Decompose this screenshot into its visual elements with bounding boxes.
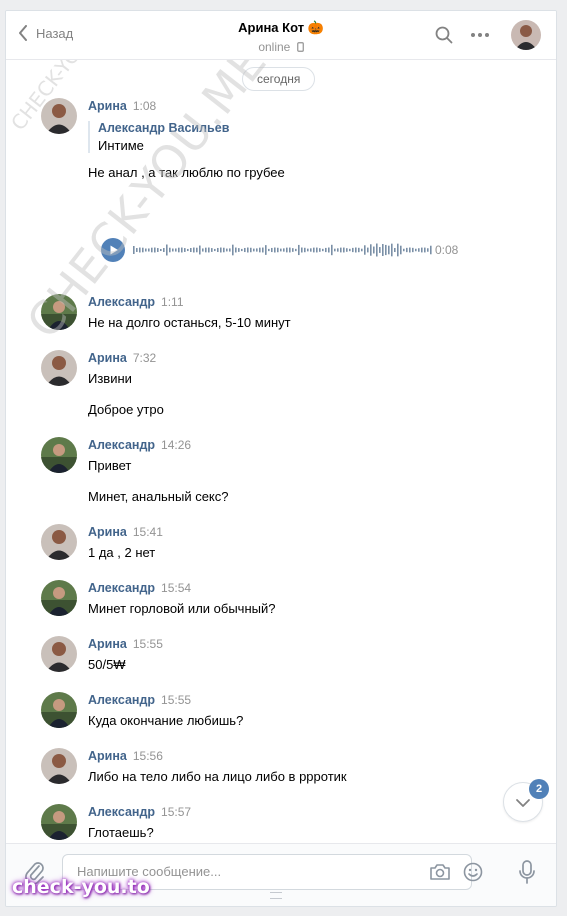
message-author[interactable]: Арина <box>88 637 127 651</box>
footer-watermark: check-you.to <box>12 876 150 898</box>
online-status: online <box>6 40 556 54</box>
message-author[interactable]: Арина <box>88 525 127 539</box>
message-text: Привет <box>88 458 132 473</box>
message-list: сегодня Арина 1:08 Александр Васильев Инт… <box>6 60 556 840</box>
message-time: 15:54 <box>161 581 192 595</box>
message-time: 1:08 <box>132 99 157 113</box>
avatar[interactable] <box>41 98 77 134</box>
message-author[interactable]: Александр <box>88 581 155 595</box>
reply-text: Интиме <box>98 138 144 153</box>
chat-header: Назад Арина Кот 🎃 online <box>6 11 556 60</box>
message-time: 14:26 <box>161 438 192 452</box>
message-text: Не анал , а так люблю по грубее <box>88 165 285 180</box>
reply-quote[interactable]: Александр Васильев Интиме <box>88 121 518 153</box>
message-text: Куда окончание любишь? <box>88 713 244 728</box>
chat-panel: Назад Арина Кот 🎃 online сегодня Арина 1:… <box>5 10 557 907</box>
message-time: 15:55 <box>161 693 192 707</box>
microphone-icon[interactable] <box>517 859 537 885</box>
message-text: Минет, анальный секс? <box>88 489 229 504</box>
message-text: Минет горловой или обычный? <box>88 601 276 616</box>
message-author[interactable]: Арина <box>88 351 127 365</box>
message-author[interactable]: Александр <box>88 438 155 452</box>
avatar[interactable] <box>41 580 77 616</box>
avatar[interactable] <box>41 804 77 840</box>
message-time: 15:56 <box>132 749 163 763</box>
avatar[interactable] <box>41 524 77 560</box>
avatar[interactable] <box>41 692 77 728</box>
message-text: Доброе утро <box>88 402 164 417</box>
message-author[interactable]: Александр <box>88 295 155 309</box>
message-time: 15:55 <box>132 637 163 651</box>
message-time: 1:11 <box>161 295 184 309</box>
resize-handle[interactable] <box>270 892 282 899</box>
play-icon <box>110 245 118 255</box>
message-text: 1 да , 2 нет <box>88 545 156 560</box>
message-text: Извини <box>88 371 132 386</box>
avatar[interactable] <box>41 636 77 672</box>
search-icon[interactable] <box>434 25 454 45</box>
reply-author: Александр Васильев <box>98 121 230 135</box>
message-author[interactable]: Арина <box>88 749 127 763</box>
phone-icon <box>296 42 304 52</box>
avatar[interactable] <box>41 350 77 386</box>
avatar[interactable] <box>41 748 77 784</box>
message-author[interactable]: Арина <box>88 99 127 113</box>
emoji-icon[interactable] <box>462 861 484 883</box>
play-button[interactable] <box>101 238 125 262</box>
avatar[interactable] <box>41 294 77 330</box>
message-time: 15:41 <box>132 525 163 539</box>
camera-icon[interactable] <box>429 862 451 882</box>
message-time: 7:32 <box>132 351 157 365</box>
contact-avatar[interactable] <box>511 20 541 50</box>
message-time: 15:57 <box>161 805 192 819</box>
voice-message: 0:08 <box>101 238 471 264</box>
voice-duration: 0:08 <box>435 243 459 257</box>
unread-badge: 2 <box>529 779 549 799</box>
avatar[interactable] <box>41 437 77 473</box>
message-author[interactable]: Александр <box>88 805 155 819</box>
date-separator: сегодня <box>242 67 316 91</box>
more-icon[interactable] <box>469 31 491 39</box>
message-author[interactable]: Александр <box>88 693 155 707</box>
message-text: Глотаешь? <box>88 825 154 840</box>
message-text: Не на долго останься, 5-10 минут <box>88 315 291 330</box>
message-text: 50/5₩ <box>88 657 126 672</box>
message-text: Либо на тело либо на лицо либо в рр­роти… <box>88 769 347 784</box>
voice-waveform[interactable] <box>133 239 433 261</box>
